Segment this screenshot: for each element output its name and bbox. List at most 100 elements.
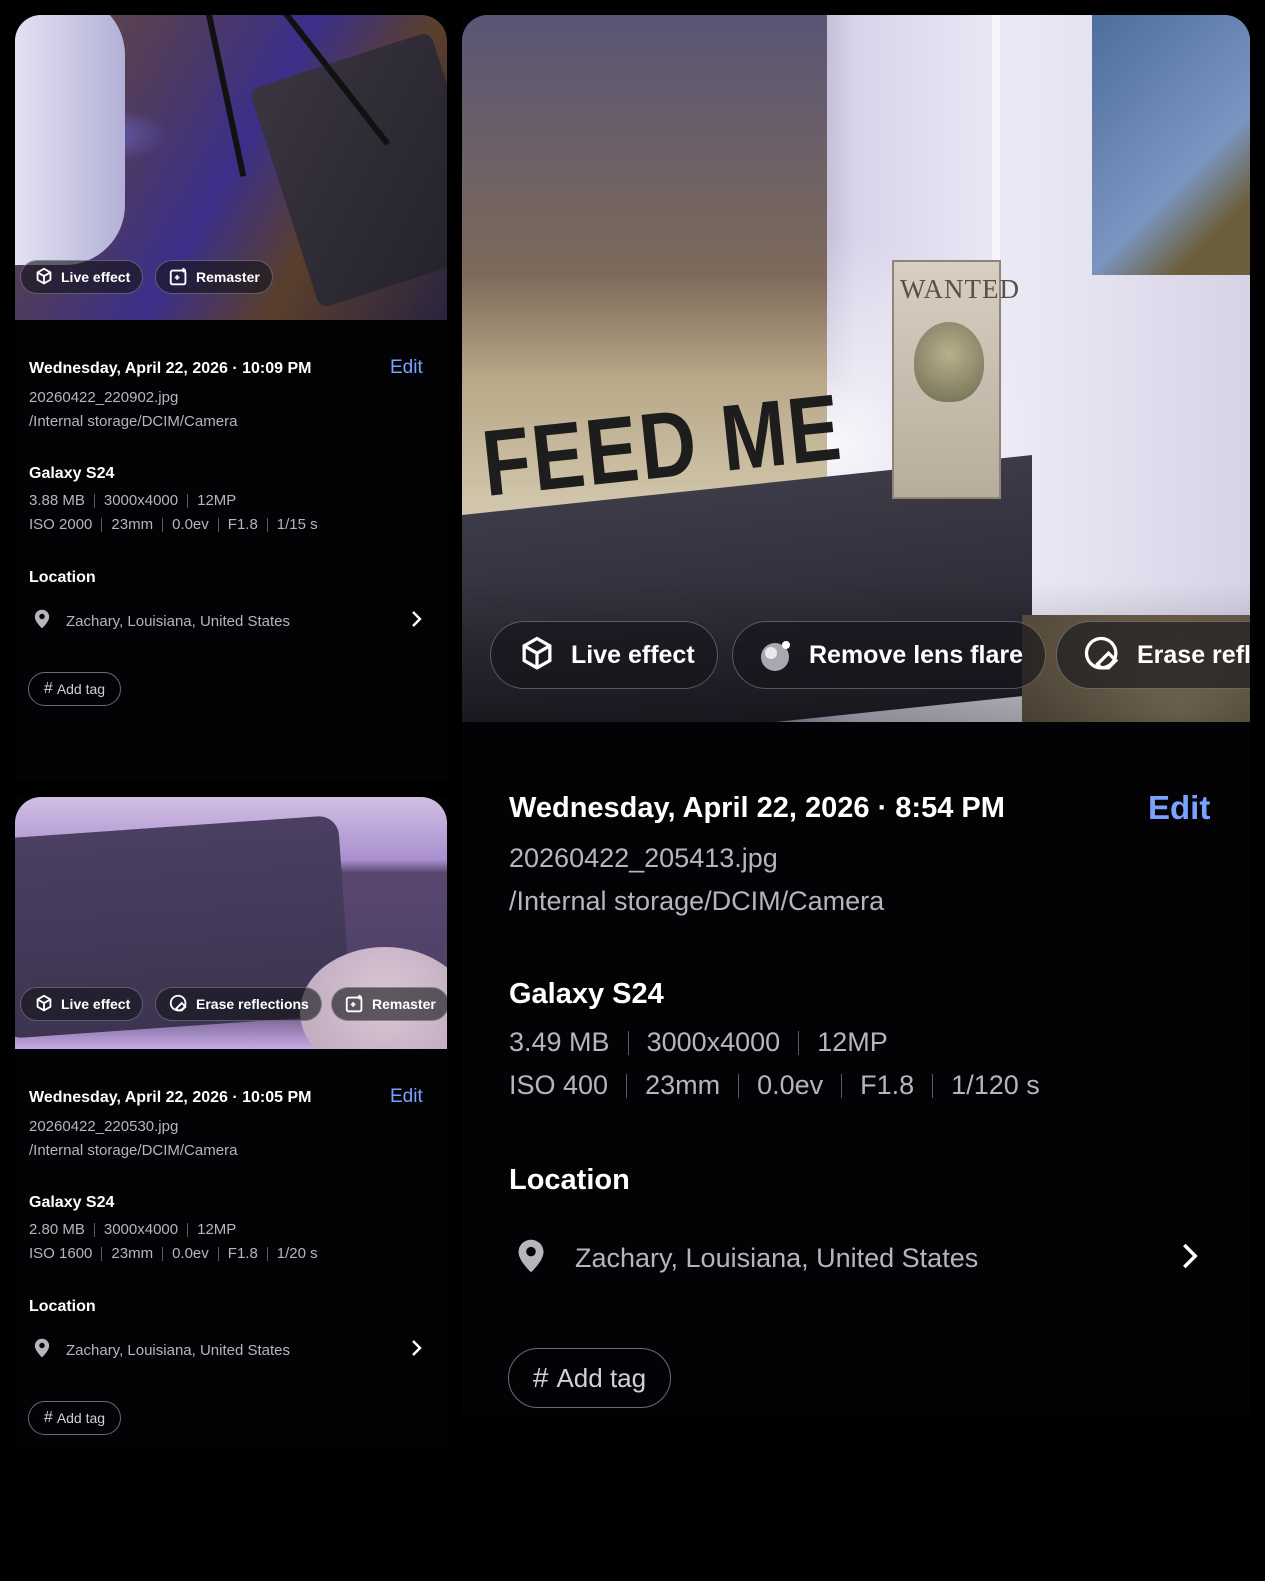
erase-reflections-button[interactable]: Erase reflections: [155, 987, 322, 1021]
remove-lens-flare-icon: [757, 635, 797, 675]
chip-label: Remove lens flare: [809, 640, 1023, 669]
file-specs: 3.49 MB 3000x4000 12MP: [509, 1027, 888, 1058]
exposure-value: 0.0ev: [757, 1070, 824, 1100]
remaster-button[interactable]: Remaster: [331, 987, 447, 1021]
aperture: F1.8: [860, 1070, 915, 1100]
shutter-speed: 1/20 s: [276, 1245, 318, 1262]
live-effect-icon: [33, 993, 55, 1015]
location-row[interactable]: Zachary, Louisiana, United States: [33, 609, 423, 634]
erase-reflections-button[interactable]: Erase refle: [1056, 621, 1250, 689]
photo-object-poster-right: [1092, 15, 1250, 275]
file-path: /Internal storage/DCIM/Camera: [29, 1142, 238, 1159]
file-size: 3.88 MB: [29, 492, 85, 509]
photo-thumbnail-1[interactable]: Live effect Remaster: [15, 15, 447, 320]
chip-label: Live effect: [571, 640, 695, 669]
chip-label: Remaster: [372, 996, 436, 1012]
resolution: 3000x4000: [646, 1027, 781, 1057]
photo-object-cable: [205, 15, 247, 177]
file-size: 2.80 MB: [29, 1221, 85, 1238]
erase-reflections-icon: [168, 993, 190, 1015]
iso: ISO 1600: [29, 1245, 93, 1262]
live-effect-icon: [33, 266, 55, 288]
aperture: F1.8: [227, 516, 258, 533]
focal-length: 23mm: [111, 516, 154, 533]
file-name: 20260422_205413.jpg: [509, 843, 778, 873]
suggestion-chip-strip: Live effect Remove lens flare Erase refl…: [462, 615, 1250, 695]
resolution: 3000x4000: [103, 1221, 179, 1238]
device-name: Galaxy S24: [509, 978, 664, 1010]
add-tag-label: Add tag: [56, 681, 106, 697]
erase-reflections-icon: [1081, 633, 1125, 677]
location-text: Zachary, Louisiana, United States: [66, 1342, 291, 1359]
add-tag-button[interactable]: # Add tag: [28, 1401, 121, 1435]
chevron-right-icon: [409, 610, 423, 633]
live-effect-button[interactable]: Live effect: [20, 260, 144, 294]
edit-datetime-button[interactable]: Edit: [1148, 789, 1210, 827]
location-pin-icon: [516, 1238, 546, 1279]
focal-length: 23mm: [111, 1245, 154, 1262]
photo-object-wanted-sign: WANTED: [892, 260, 1019, 499]
exposure-value: 0.0ev: [172, 1245, 209, 1262]
file-name: 20260422_220902.jpg: [29, 389, 179, 406]
camera-specs: ISO 1600 23mm 0.0ev F1.8 1/20 s: [29, 1245, 318, 1262]
add-tag-label: Add tag: [56, 1410, 106, 1426]
edit-datetime-button[interactable]: Edit: [390, 1086, 423, 1108]
shutter-speed: 1/120 s: [951, 1070, 1040, 1100]
exposure-value: 0.0ev: [172, 516, 209, 533]
hashtag-icon: #: [43, 680, 53, 697]
photo-object-device: [15, 15, 125, 265]
edit-datetime-button[interactable]: Edit: [390, 357, 423, 379]
location-heading: Location: [509, 1164, 630, 1196]
megapixels: 12MP: [197, 492, 237, 509]
location-heading: Location: [29, 569, 96, 586]
focal-length: 23mm: [645, 1070, 721, 1100]
photo-datetime: Wednesday, April 22, 2026 · 8:54 PM: [509, 792, 1005, 824]
shutter-speed: 1/15 s: [276, 516, 318, 533]
photo-datetime: Wednesday, April 22, 2026 · 10:09 PM: [29, 360, 312, 377]
location-text: Zachary, Louisiana, United States: [575, 1243, 979, 1273]
chip-label: Remaster: [196, 269, 260, 285]
chevron-right-icon: [409, 1339, 423, 1362]
chip-label: Live effect: [61, 996, 131, 1012]
location-heading: Location: [29, 1298, 96, 1315]
hashtag-icon: #: [532, 1362, 549, 1393]
live-effect-button[interactable]: Live effect: [20, 987, 144, 1021]
add-tag-button[interactable]: # Add tag: [28, 672, 121, 706]
device-name: Galaxy S24: [29, 465, 115, 482]
location-text: Zachary, Louisiana, United States: [66, 613, 291, 630]
add-tag-label: Add tag: [556, 1362, 647, 1393]
camera-specs: ISO 400 23mm 0.0ev F1.8 1/120 s: [509, 1070, 1040, 1101]
hashtag-icon: #: [43, 1409, 53, 1426]
file-path: /Internal storage/DCIM/Camera: [509, 886, 885, 916]
live-effect-icon: [515, 633, 559, 677]
photo-object-block: [249, 31, 447, 309]
resolution: 3000x4000: [103, 492, 179, 509]
camera-specs: ISO 2000 23mm 0.0ev F1.8 1/15 s: [29, 516, 318, 533]
remaster-icon: [344, 993, 366, 1015]
remaster-icon: [168, 266, 190, 288]
add-tag-button[interactable]: # Add tag: [508, 1348, 671, 1408]
device-name: Galaxy S24: [29, 1194, 115, 1211]
wanted-sign-figure: [914, 322, 984, 402]
chip-label: Live effect: [61, 269, 131, 285]
megapixels: 12MP: [197, 1221, 237, 1238]
photo-datetime: Wednesday, April 22, 2026 · 10:05 PM: [29, 1089, 312, 1106]
location-row[interactable]: Zachary, Louisiana, United States: [33, 1338, 423, 1363]
iso: ISO 2000: [29, 516, 93, 533]
location-row[interactable]: Zachary, Louisiana, United States: [516, 1238, 1200, 1279]
file-specs: 3.88 MB 3000x4000 12MP: [29, 492, 236, 509]
chip-label: Erase refle: [1137, 640, 1250, 669]
iso: ISO 400: [509, 1070, 609, 1100]
chevron-right-icon: [1178, 1241, 1200, 1276]
remove-lens-flare-button[interactable]: Remove lens flare: [732, 621, 1046, 689]
file-specs: 2.80 MB 3000x4000 12MP: [29, 1221, 236, 1238]
photo-thumbnail-2[interactable]: Live effect Erase reflections Remaster: [15, 797, 447, 1049]
photo-thumbnail-3[interactable]: FEED ME WANTED Live effect Remove lens f…: [462, 15, 1250, 722]
chip-label: Erase reflections: [196, 996, 309, 1012]
wanted-sign-text: WANTED: [900, 274, 1020, 304]
remaster-button[interactable]: Remaster: [155, 260, 273, 294]
megapixels: 12MP: [817, 1027, 888, 1057]
live-effect-button[interactable]: Live effect: [490, 621, 718, 689]
location-pin-icon: [33, 1338, 51, 1363]
file-size: 3.49 MB: [509, 1027, 610, 1057]
